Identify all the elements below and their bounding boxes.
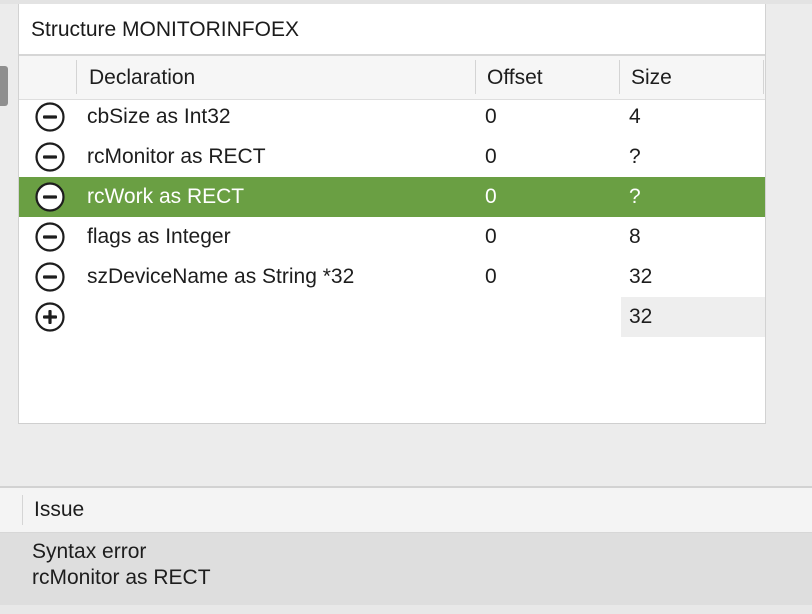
column-divider[interactable] bbox=[76, 60, 77, 94]
column-header-size[interactable]: Size bbox=[631, 56, 672, 99]
column-header-issue[interactable]: Issue bbox=[34, 488, 84, 532]
structure-title: Structure MONITORINFOEX bbox=[31, 18, 299, 41]
table-row[interactable]: rcMonitor as RECT 0 ? bbox=[19, 137, 765, 177]
column-header-offset[interactable]: Offset bbox=[487, 56, 543, 99]
minus-circle-icon[interactable] bbox=[35, 142, 65, 172]
column-divider[interactable] bbox=[22, 495, 23, 525]
declaration-cell[interactable]: rcWork as RECT bbox=[87, 177, 244, 217]
total-size: 32 bbox=[629, 305, 653, 328]
size-cell: 4 bbox=[629, 105, 641, 128]
declaration-cell[interactable]: rcMonitor as RECT bbox=[87, 137, 266, 177]
column-divider[interactable] bbox=[475, 60, 476, 94]
table-row[interactable]: szDeviceName as String *32 0 32 bbox=[19, 257, 765, 297]
issue-detail: rcMonitor as RECT bbox=[32, 566, 211, 589]
table-row-selected[interactable]: rcWork as RECT 0 ? bbox=[19, 177, 765, 217]
column-divider[interactable] bbox=[763, 60, 764, 94]
size-cell: ? bbox=[629, 185, 641, 208]
size-cell: 8 bbox=[629, 225, 641, 248]
structure-panel: Structure MONITORINFOEX Declaration Offs… bbox=[18, 4, 766, 424]
minus-circle-icon[interactable] bbox=[35, 102, 65, 132]
minus-circle-icon[interactable] bbox=[35, 182, 65, 212]
table-header: Declaration Offset Size bbox=[19, 56, 765, 100]
offset-cell[interactable]: 0 bbox=[485, 177, 497, 217]
offset-cell[interactable]: 0 bbox=[485, 97, 497, 137]
table-row[interactable]: flags as Integer 0 8 bbox=[19, 217, 765, 257]
declaration-cell[interactable]: szDeviceName as String *32 bbox=[87, 257, 354, 297]
offset-cell[interactable]: 0 bbox=[485, 257, 497, 297]
add-row: 32 bbox=[19, 297, 765, 337]
offset-cell[interactable]: 0 bbox=[485, 217, 497, 257]
structure-editor-window: Structure MONITORINFOEX Declaration Offs… bbox=[0, 0, 812, 614]
minus-circle-icon[interactable] bbox=[35, 262, 65, 292]
offset-cell[interactable]: 0 bbox=[485, 137, 497, 177]
minus-circle-icon[interactable] bbox=[35, 222, 65, 252]
issue-table-header: Issue bbox=[0, 488, 812, 533]
issue-row[interactable]: Syntax error rcMonitor as RECT bbox=[0, 533, 812, 605]
size-cell: 32 bbox=[629, 265, 653, 288]
issue-title: Syntax error bbox=[32, 540, 147, 563]
plus-circle-icon[interactable] bbox=[35, 302, 65, 332]
declaration-cell[interactable]: cbSize as Int32 bbox=[87, 97, 231, 137]
table-row[interactable]: cbSize as Int32 0 4 bbox=[19, 97, 765, 137]
sidebar-resize-handle[interactable] bbox=[0, 66, 8, 106]
bottom-strip bbox=[0, 605, 812, 614]
column-header-declaration[interactable]: Declaration bbox=[89, 56, 195, 99]
declaration-cell[interactable]: flags as Integer bbox=[87, 217, 231, 257]
size-cell: ? bbox=[629, 145, 641, 168]
column-divider[interactable] bbox=[619, 60, 620, 94]
